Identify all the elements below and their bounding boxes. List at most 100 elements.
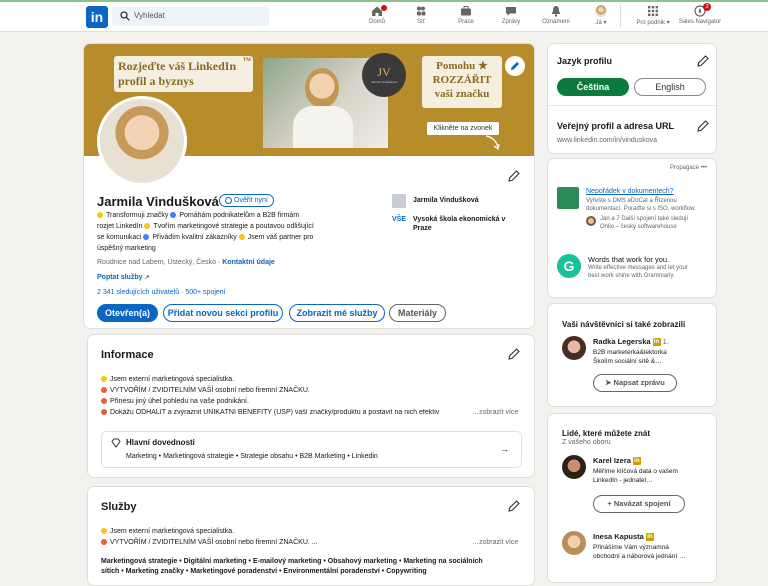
verify-label: Ověřit nyní	[234, 197, 268, 204]
viewer-degree: 1.	[662, 337, 669, 346]
briefcase-icon	[461, 6, 471, 16]
karel-avatar[interactable]	[562, 455, 586, 479]
linkedin-premium-icon: in	[645, 533, 654, 542]
request-services-link[interactable]: Poptat služby ↗	[97, 274, 150, 281]
nav-messages-label: Zprávy	[501, 19, 521, 25]
show-services-button[interactable]: Zobrazit mé služby	[289, 304, 385, 322]
pymk-subtitle: Z vašeho oboru	[562, 439, 611, 446]
inesa-avatar[interactable]	[562, 531, 586, 555]
nav-sales-navigator[interactable]: Sales Navigator 3	[672, 3, 728, 25]
sales-badge: 3	[703, 3, 711, 11]
p2-name[interactable]: Inesa Kapusta	[593, 532, 644, 541]
network-stats[interactable]: 2 341 sledujících uživatelů · 500+ spoje…	[97, 289, 226, 296]
nav-messages[interactable]: Zprávy	[486, 5, 536, 25]
linkedin-logo[interactable]: in	[86, 6, 108, 28]
brand-logo-text: JV	[377, 65, 391, 79]
send-message-button[interactable]: ➤ Napsat zprávu	[593, 374, 677, 392]
viewer-headline-line2: Školím sociální sítě &…	[593, 358, 662, 365]
nav-avatar	[595, 5, 607, 17]
messages-icon	[506, 7, 516, 16]
banner-title-box: Rozjeďte váš LinkedIn profil a byznys TM	[114, 56, 253, 92]
ad1-social-line2: Onlio – český softwarehouse	[600, 224, 677, 230]
arrow-icon	[485, 135, 500, 151]
edit-about-pencil-icon[interactable]	[507, 347, 521, 361]
more-options-icon[interactable]: •••	[701, 165, 707, 171]
top-skills-title: Hlavní dovednosti	[126, 438, 195, 447]
promoted-card: Propagace ••• Nepořádek v dokumentech? V…	[547, 158, 717, 298]
top-skills-box[interactable]: Hlavní dovednosti Marketing • Marketingo…	[101, 431, 522, 468]
banner-line1: Rozjeďte váš LinkedIn	[118, 59, 237, 73]
language-english-button[interactable]: English	[634, 78, 706, 96]
sun-emoji-icon	[144, 223, 151, 230]
profile-name: Jarmila Vindušková	[97, 194, 219, 209]
connections-link[interactable]: 500+ spojení	[185, 289, 225, 296]
p1-name-row[interactable]: Karel Izera in	[593, 456, 641, 466]
nav-notifications[interactable]: Oznámení	[531, 5, 581, 25]
followers-link[interactable]: 2 341 sledujících uživatelů	[97, 289, 179, 296]
top-skills-list: Marketing • Marketingová strategie • Str…	[126, 453, 378, 460]
arrow-right-icon: →	[500, 444, 509, 454]
nav-me-label: Já ▾	[595, 20, 607, 26]
banner-line2: profil a byznys	[118, 74, 194, 88]
edit-intro-pencil-icon[interactable]	[507, 169, 521, 183]
add-profile-section-button[interactable]: Přidat novou sekci profilu	[163, 304, 283, 322]
p2-name-row[interactable]: Inesa Kapusta in	[593, 532, 654, 542]
about-line-2: VYTVOŘÍM / ZVIDITELNÍM VAŠÍ osobní nebo …	[110, 387, 310, 394]
profile-photo[interactable]	[97, 96, 187, 186]
search-placeholder: Vyhledat	[134, 11, 165, 20]
edit-public-url-pencil-icon[interactable]	[696, 119, 710, 133]
search-input[interactable]: Vyhledat	[112, 7, 269, 26]
ad1-title[interactable]: Nepořádek v dokumentech?	[586, 188, 674, 195]
school-logo: VŠE	[392, 216, 407, 223]
ad1-text-line2: dokumentací. Poraďte si s ISO, workflow.	[586, 206, 696, 212]
edit-language-pencil-icon[interactable]	[696, 54, 710, 68]
edit-banner-button[interactable]	[505, 56, 525, 76]
pencil-icon	[511, 62, 519, 70]
open-to-button[interactable]: Otevřen(a)	[97, 304, 158, 322]
nav-home[interactable]: Domů	[352, 5, 402, 25]
ad2-text-line2: best work shine with Grammarly.	[588, 273, 675, 279]
verify-button[interactable]: Ověřit nyní	[219, 194, 274, 207]
about-card: Informace Jsem externí marketingová spec…	[87, 334, 535, 478]
contact-info-link[interactable]: Kontaktní údaje	[222, 259, 275, 266]
pointer-emoji-icon	[101, 387, 107, 394]
school-name-line1[interactable]: Vysoká škola ekonomická v	[413, 216, 505, 223]
banner-tm: TM	[242, 58, 251, 63]
home-notification-dot	[381, 5, 387, 11]
search-icon	[120, 11, 130, 21]
promoted-label: Propagace •••	[670, 165, 708, 171]
bell-icon	[551, 6, 561, 17]
services-show-more[interactable]: …zobrazit více	[472, 539, 518, 546]
send-message-label: Napsat zprávu	[613, 378, 665, 387]
viewer-headline-line1: B2B marketérka&lektorka	[593, 349, 667, 356]
viewer-name-row[interactable]: Radka Legerska in 1.	[593, 337, 669, 347]
resources-button[interactable]: Materiály	[389, 304, 446, 322]
about-title: Informace	[101, 349, 154, 361]
language-czech-button[interactable]: Čeština	[557, 78, 629, 96]
profile-location: Roudnice nad Labem, Ústecký, Česko · Kon…	[97, 259, 275, 266]
divider	[548, 105, 716, 106]
nav-divider	[620, 4, 621, 28]
ad2-title[interactable]: Words that work for you.	[588, 255, 669, 264]
current-company[interactable]: Jarmila Vindušková	[413, 197, 479, 204]
viewer-name[interactable]: Radka Legerska	[593, 337, 651, 346]
profile-language-card: Jazyk profilu Čeština English Veřejný pr…	[547, 43, 717, 154]
nav-me[interactable]: Já ▾	[576, 5, 626, 26]
shield-icon	[225, 196, 232, 204]
radka-avatar[interactable]	[562, 336, 586, 360]
public-profile-url[interactable]: www.linkedin.com/in/vinduskova	[557, 137, 657, 144]
viewers-also-viewed-card: Vaši návštěvníci si také zobrazili Radka…	[547, 303, 717, 407]
about-show-more[interactable]: …zobrazit více	[472, 409, 518, 416]
external-link-icon: ↗	[144, 275, 150, 281]
banner-right-line1: Pomohu ★	[436, 60, 488, 72]
nav-for-business[interactable]: Pro podnik ▾	[628, 5, 678, 26]
connect-button[interactable]: + Navázat spojení	[593, 495, 685, 513]
nav-network[interactable]: Síť	[396, 5, 446, 25]
services-card: Služby Jsem externí marketingová special…	[87, 486, 535, 586]
p1-name[interactable]: Karel Izera	[593, 456, 631, 465]
school-name-line2[interactable]: Praze	[413, 225, 432, 232]
about-line-3: Přinesu jiný úhel pohledu na vaše podnik…	[110, 398, 249, 405]
top-accent-line	[0, 0, 768, 2]
nav-jobs[interactable]: Práce	[441, 5, 491, 25]
edit-services-pencil-icon[interactable]	[507, 499, 521, 513]
